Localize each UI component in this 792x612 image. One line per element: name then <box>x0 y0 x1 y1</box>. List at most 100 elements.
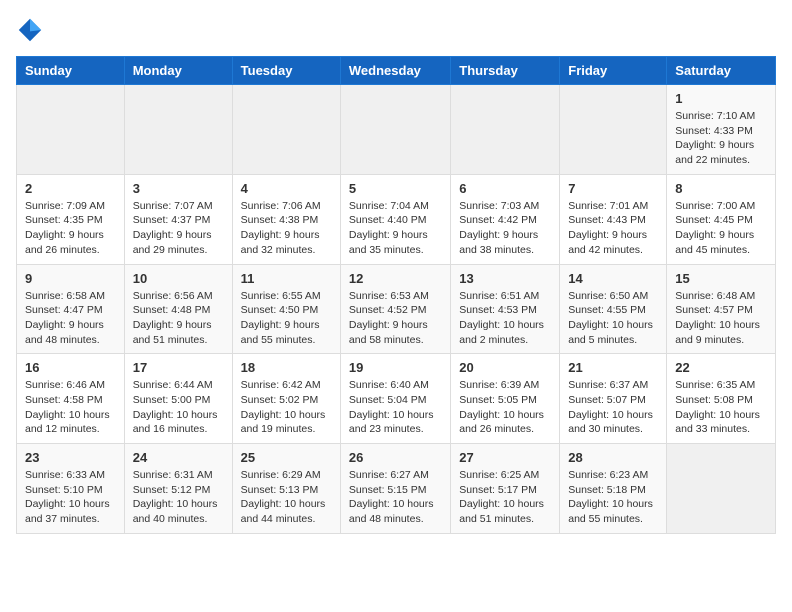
day-info: Sunrise: 7:06 AM Sunset: 4:38 PM Dayligh… <box>241 199 332 258</box>
day-number: 20 <box>459 360 551 375</box>
calendar-week-0: 1 Sunrise: 7:10 AM Sunset: 4:33 PM Daylig… <box>17 85 776 175</box>
day-info: Sunrise: 6:35 AM Sunset: 5:08 PM Dayligh… <box>675 378 767 437</box>
day-header-sunday: Sunday <box>17 57 125 85</box>
day-number: 28 <box>568 450 658 465</box>
day-number: 1 <box>675 91 767 106</box>
day-info: Sunrise: 6:55 AM Sunset: 4:50 PM Dayligh… <box>241 289 332 348</box>
day-info: Sunrise: 7:10 AM Sunset: 4:33 PM Dayligh… <box>675 109 767 168</box>
logo <box>16 16 48 44</box>
calendar-cell: 20 Sunrise: 6:39 AM Sunset: 5:05 PM Dayli… <box>451 354 560 444</box>
day-number: 26 <box>349 450 442 465</box>
calendar-cell: 4Sunrise: 7:06 AM Sunset: 4:38 PM Daylig… <box>232 174 340 264</box>
day-number: 17 <box>133 360 224 375</box>
calendar-week-1: 2 Sunrise: 7:09 AM Sunset: 4:35 PM Daylig… <box>17 174 776 264</box>
day-number: 21 <box>568 360 658 375</box>
day-info: Sunrise: 6:31 AM Sunset: 5:12 PM Dayligh… <box>133 468 224 527</box>
calendar-cell: 23 Sunrise: 6:33 AM Sunset: 5:10 PM Dayli… <box>17 444 125 534</box>
calendar-cell: 18 Sunrise: 6:42 AM Sunset: 5:02 PM Dayli… <box>232 354 340 444</box>
day-number: 3 <box>133 181 224 196</box>
calendar-cell: 7 Sunrise: 7:01 AM Sunset: 4:43 PM Daylig… <box>560 174 667 264</box>
calendar-cell <box>232 85 340 175</box>
calendar-cell: 11 Sunrise: 6:55 AM Sunset: 4:50 PM Dayli… <box>232 264 340 354</box>
day-header-thursday: Thursday <box>451 57 560 85</box>
day-info: Sunrise: 7:03 AM Sunset: 4:42 PM Dayligh… <box>459 199 551 258</box>
day-number: 19 <box>349 360 442 375</box>
calendar-week-4: 23 Sunrise: 6:33 AM Sunset: 5:10 PM Dayli… <box>17 444 776 534</box>
day-number: 11 <box>241 271 332 286</box>
calendar-cell: 26 Sunrise: 6:27 AM Sunset: 5:15 PM Dayli… <box>340 444 450 534</box>
calendar-cell <box>560 85 667 175</box>
day-header-tuesday: Tuesday <box>232 57 340 85</box>
calendar-cell: 27 Sunrise: 6:25 AM Sunset: 5:17 PM Dayli… <box>451 444 560 534</box>
day-number: 18 <box>241 360 332 375</box>
day-info: Sunrise: 7:07 AM Sunset: 4:37 PM Dayligh… <box>133 199 224 258</box>
calendar-cell: 9 Sunrise: 6:58 AM Sunset: 4:47 PM Daylig… <box>17 264 125 354</box>
day-number: 16 <box>25 360 116 375</box>
day-info: Sunrise: 6:39 AM Sunset: 5:05 PM Dayligh… <box>459 378 551 437</box>
logo-icon <box>16 16 44 44</box>
day-header-friday: Friday <box>560 57 667 85</box>
day-info: Sunrise: 6:23 AM Sunset: 5:18 PM Dayligh… <box>568 468 658 527</box>
day-info: Sunrise: 7:00 AM Sunset: 4:45 PM Dayligh… <box>675 199 767 258</box>
days-of-week-row: SundayMondayTuesdayWednesdayThursdayFrid… <box>17 57 776 85</box>
calendar-cell: 24 Sunrise: 6:31 AM Sunset: 5:12 PM Dayli… <box>124 444 232 534</box>
calendar-cell: 14 Sunrise: 6:50 AM Sunset: 4:55 PM Dayli… <box>560 264 667 354</box>
calendar-cell: 17Sunrise: 6:44 AM Sunset: 5:00 PM Dayli… <box>124 354 232 444</box>
calendar-table: SundayMondayTuesdayWednesdayThursdayFrid… <box>16 56 776 534</box>
calendar-body: 1 Sunrise: 7:10 AM Sunset: 4:33 PM Daylig… <box>17 85 776 534</box>
calendar-week-2: 9 Sunrise: 6:58 AM Sunset: 4:47 PM Daylig… <box>17 264 776 354</box>
day-number: 27 <box>459 450 551 465</box>
day-number: 6 <box>459 181 551 196</box>
day-header-saturday: Saturday <box>667 57 776 85</box>
day-number: 10 <box>133 271 224 286</box>
calendar-cell: 21Sunrise: 6:37 AM Sunset: 5:07 PM Dayli… <box>560 354 667 444</box>
day-info: Sunrise: 6:42 AM Sunset: 5:02 PM Dayligh… <box>241 378 332 437</box>
calendar-cell: 5 Sunrise: 7:04 AM Sunset: 4:40 PM Daylig… <box>340 174 450 264</box>
calendar-cell <box>667 444 776 534</box>
day-number: 8 <box>675 181 767 196</box>
day-number: 14 <box>568 271 658 286</box>
day-info: Sunrise: 6:27 AM Sunset: 5:15 PM Dayligh… <box>349 468 442 527</box>
day-info: Sunrise: 6:40 AM Sunset: 5:04 PM Dayligh… <box>349 378 442 437</box>
day-info: Sunrise: 7:01 AM Sunset: 4:43 PM Dayligh… <box>568 199 658 258</box>
day-number: 9 <box>25 271 116 286</box>
calendar-cell: 19 Sunrise: 6:40 AM Sunset: 5:04 PM Dayli… <box>340 354 450 444</box>
day-info: Sunrise: 6:58 AM Sunset: 4:47 PM Dayligh… <box>25 289 116 348</box>
day-number: 23 <box>25 450 116 465</box>
calendar-cell: 13 Sunrise: 6:51 AM Sunset: 4:53 PM Dayli… <box>451 264 560 354</box>
calendar-cell <box>17 85 125 175</box>
calendar-cell: 2 Sunrise: 7:09 AM Sunset: 4:35 PM Daylig… <box>17 174 125 264</box>
calendar-cell: 12 Sunrise: 6:53 AM Sunset: 4:52 PM Dayli… <box>340 264 450 354</box>
day-info: Sunrise: 6:56 AM Sunset: 4:48 PM Dayligh… <box>133 289 224 348</box>
day-info: Sunrise: 6:51 AM Sunset: 4:53 PM Dayligh… <box>459 289 551 348</box>
calendar-cell: 8 Sunrise: 7:00 AM Sunset: 4:45 PM Daylig… <box>667 174 776 264</box>
day-number: 25 <box>241 450 332 465</box>
day-info: Sunrise: 7:04 AM Sunset: 4:40 PM Dayligh… <box>349 199 442 258</box>
calendar-cell: 1 Sunrise: 7:10 AM Sunset: 4:33 PM Daylig… <box>667 85 776 175</box>
calendar-cell <box>451 85 560 175</box>
calendar-cell <box>340 85 450 175</box>
day-info: Sunrise: 6:48 AM Sunset: 4:57 PM Dayligh… <box>675 289 767 348</box>
day-number: 2 <box>25 181 116 196</box>
page-header <box>16 16 776 44</box>
day-info: Sunrise: 6:53 AM Sunset: 4:52 PM Dayligh… <box>349 289 442 348</box>
day-info: Sunrise: 6:29 AM Sunset: 5:13 PM Dayligh… <box>241 468 332 527</box>
calendar-cell: 15 Sunrise: 6:48 AM Sunset: 4:57 PM Dayli… <box>667 264 776 354</box>
calendar-cell: 16 Sunrise: 6:46 AM Sunset: 4:58 PM Dayli… <box>17 354 125 444</box>
day-number: 15 <box>675 271 767 286</box>
day-number: 5 <box>349 181 442 196</box>
day-header-wednesday: Wednesday <box>340 57 450 85</box>
day-info: Sunrise: 7:09 AM Sunset: 4:35 PM Dayligh… <box>25 199 116 258</box>
day-number: 22 <box>675 360 767 375</box>
day-number: 12 <box>349 271 442 286</box>
calendar-cell: 10 Sunrise: 6:56 AM Sunset: 4:48 PM Dayli… <box>124 264 232 354</box>
day-info: Sunrise: 6:50 AM Sunset: 4:55 PM Dayligh… <box>568 289 658 348</box>
calendar-cell: 25 Sunrise: 6:29 AM Sunset: 5:13 PM Dayli… <box>232 444 340 534</box>
calendar-cell: 22 Sunrise: 6:35 AM Sunset: 5:08 PM Dayli… <box>667 354 776 444</box>
day-number: 24 <box>133 450 224 465</box>
day-info: Sunrise: 6:25 AM Sunset: 5:17 PM Dayligh… <box>459 468 551 527</box>
day-number: 13 <box>459 271 551 286</box>
day-info: Sunrise: 6:46 AM Sunset: 4:58 PM Dayligh… <box>25 378 116 437</box>
day-info: Sunrise: 6:33 AM Sunset: 5:10 PM Dayligh… <box>25 468 116 527</box>
day-number: 7 <box>568 181 658 196</box>
